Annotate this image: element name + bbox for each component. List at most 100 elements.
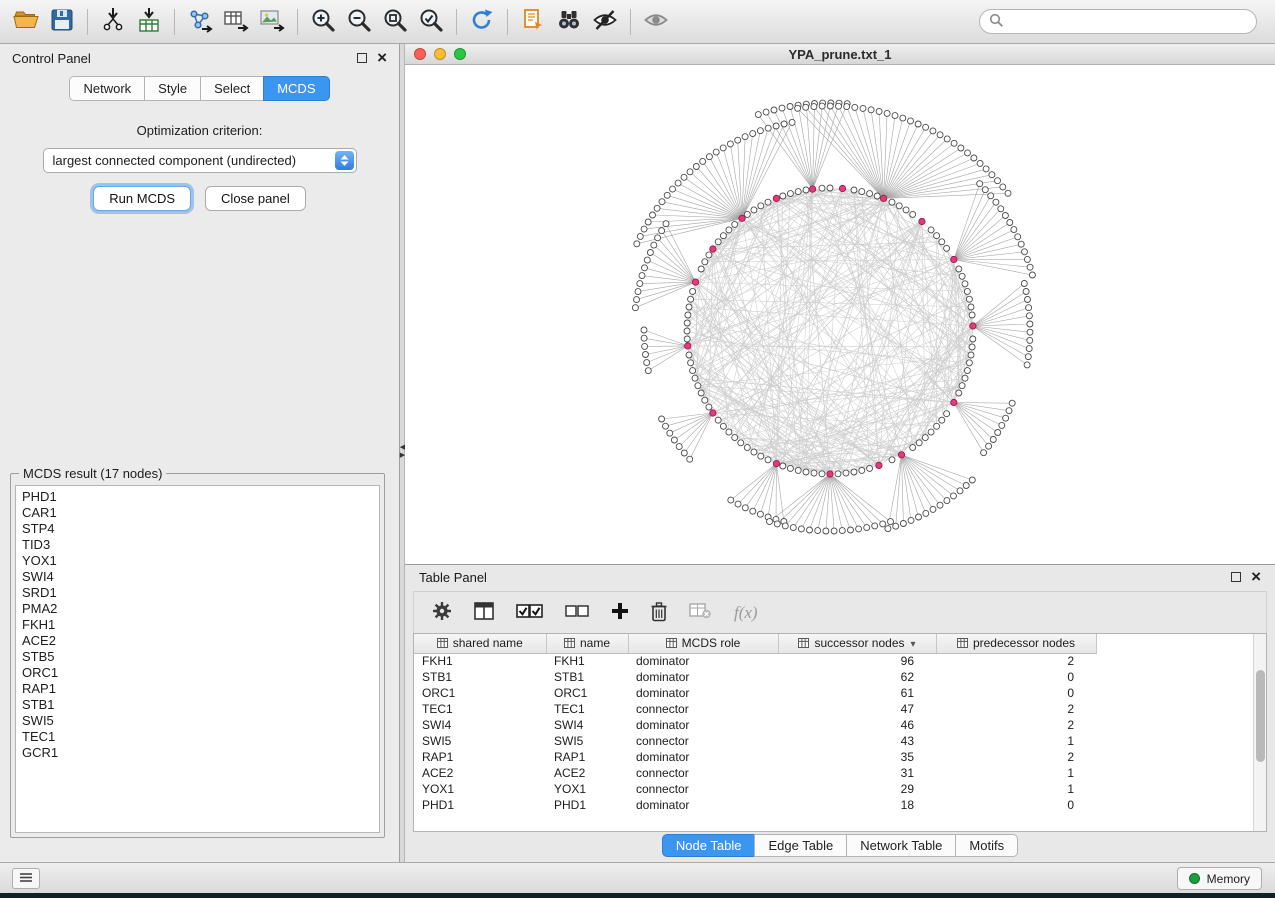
show-graphics-button[interactable]	[638, 4, 674, 40]
table-row[interactable]: STB1STB1dominator620	[414, 669, 1096, 685]
refresh-button[interactable]	[464, 4, 500, 40]
tab-edge-table[interactable]: Edge Table	[754, 834, 846, 857]
close-mcds-panel-button[interactable]: Close panel	[205, 186, 306, 211]
import-table-button[interactable]	[131, 4, 167, 40]
table-cell: 1	[936, 733, 1096, 749]
table-row[interactable]: YOX1YOX1connector291	[414, 781, 1096, 797]
table-row[interactable]: SWI4SWI4dominator462	[414, 717, 1096, 733]
mcds-result-item[interactable]: TEC1	[22, 729, 373, 745]
tab-network[interactable]: Network	[69, 76, 144, 101]
mcds-result-item[interactable]: STB1	[22, 697, 373, 713]
export-image-button[interactable]	[254, 4, 290, 40]
hide-style-button[interactable]	[587, 4, 623, 40]
mcds-result-list[interactable]: PHD1CAR1STP4TID3YOX1SWI4SRD1PMA2FKH1ACE2…	[15, 485, 380, 833]
table-row[interactable]: TEC1TEC1connector472	[414, 701, 1096, 717]
mcds-result-item[interactable]: SWI5	[22, 713, 373, 729]
zoom-fit-button[interactable]	[377, 4, 413, 40]
column-header-shared-name[interactable]: shared name	[414, 634, 546, 653]
select-all-button[interactable]	[516, 602, 543, 623]
tab-network-table[interactable]: Network Table	[846, 834, 955, 857]
mcds-result-item[interactable]: CAR1	[22, 505, 373, 521]
column-header-predecessor-nodes[interactable]: predecessor nodes	[936, 634, 1096, 653]
mcds-result-item[interactable]: PHD1	[22, 489, 373, 505]
toolbar-separator	[297, 9, 298, 35]
show-task-history-button[interactable]	[12, 868, 40, 889]
network-window-titlebar[interactable]: YPA_prune.txt_1	[405, 44, 1275, 65]
mcds-result-item[interactable]: SRD1	[22, 585, 373, 601]
memory-button[interactable]: Memory	[1177, 867, 1262, 890]
open-session-button[interactable]	[8, 4, 44, 40]
table-cell: RAP1	[546, 749, 628, 765]
tab-node-table[interactable]: Node Table	[662, 834, 755, 857]
control-panel-title: Control Panel	[12, 51, 91, 66]
import-network-button[interactable]	[95, 4, 131, 40]
mcds-result-item[interactable]: ACE2	[22, 633, 373, 649]
mcds-result-item[interactable]: YOX1	[22, 553, 373, 569]
table-row[interactable]: ACE2ACE2connector311	[414, 765, 1096, 781]
float-panel-icon[interactable]	[357, 53, 367, 63]
close-panel-icon[interactable]: ×	[377, 52, 387, 64]
find-button[interactable]	[551, 4, 587, 40]
window-maximize-icon[interactable]	[454, 48, 466, 60]
export-network-button[interactable]	[182, 4, 218, 40]
network-graph[interactable]	[405, 65, 1275, 565]
table-row[interactable]: ORC1ORC1dominator610	[414, 685, 1096, 701]
mcds-result-item[interactable]: ORC1	[22, 665, 373, 681]
table-cell: TEC1	[546, 701, 628, 717]
binoculars-icon	[555, 6, 583, 37]
mcds-result-item[interactable]: PMA2	[22, 601, 373, 617]
column-header-successor-nodes[interactable]: successor nodes▾	[778, 634, 936, 653]
duplicate-network-button[interactable]	[515, 4, 551, 40]
zoom-selected-button[interactable]	[413, 4, 449, 40]
zoom-in-button[interactable]	[305, 4, 341, 40]
table-cell: 2	[936, 701, 1096, 717]
float-table-panel-icon[interactable]	[1231, 572, 1241, 582]
mcds-result-item[interactable]: RAP1	[22, 681, 373, 697]
table-row[interactable]: PHD1PHD1dominator180	[414, 797, 1096, 813]
export-table-button[interactable]	[218, 4, 254, 40]
mcds-result-item[interactable]: STP4	[22, 521, 373, 537]
mcds-result-item[interactable]: FKH1	[22, 617, 373, 633]
search-input[interactable]	[1010, 15, 1247, 29]
search-field[interactable]	[979, 9, 1257, 34]
zoom-out-button[interactable]	[341, 4, 377, 40]
column-header-mcds-role[interactable]: MCDS role	[628, 634, 778, 653]
mcds-result-item[interactable]: GCR1	[22, 745, 373, 761]
add-column-button[interactable]	[611, 602, 629, 623]
control-panel: Control Panel × Network Style Select MCD…	[0, 44, 400, 862]
table-row[interactable]: FKH1FKH1dominator962	[414, 653, 1096, 669]
table-cell: ACE2	[546, 765, 628, 781]
show-columns-button[interactable]	[474, 602, 494, 623]
table-cell: ACE2	[414, 765, 546, 781]
zoom-selected-icon	[417, 6, 445, 37]
window-close-icon[interactable]	[414, 48, 426, 60]
table-cell: dominator	[628, 717, 778, 733]
run-mcds-button[interactable]: Run MCDS	[93, 186, 191, 211]
mcds-result-item[interactable]: SWI4	[22, 569, 373, 585]
tab-mcds[interactable]: MCDS	[263, 76, 329, 101]
application-window: Control Panel × Network Style Select MCD…	[0, 0, 1275, 898]
table-scrollbar-thumb[interactable]	[1256, 670, 1265, 762]
mcds-result-item[interactable]: STB5	[22, 649, 373, 665]
deselect-all-button[interactable]	[565, 603, 589, 622]
tab-select[interactable]: Select	[200, 76, 263, 101]
table-scrollbar[interactable]	[1253, 634, 1266, 831]
window-minimize-icon[interactable]	[434, 48, 446, 60]
table-settings-button[interactable]	[432, 601, 452, 624]
network-canvas[interactable]	[405, 65, 1275, 565]
table-cell: 46	[778, 717, 936, 733]
tab-motifs[interactable]: Motifs	[955, 834, 1018, 857]
table-panel-tabs: Node Table Edge Table Network Table Moti…	[405, 834, 1275, 857]
column-header-name[interactable]: name	[546, 634, 628, 653]
table-cell: dominator	[628, 749, 778, 765]
table-row[interactable]: SWI5SWI5connector431	[414, 733, 1096, 749]
optimization-criterion-select[interactable]: largest connected component (undirected)	[43, 148, 357, 173]
table-cell: dominator	[628, 797, 778, 813]
unchecked-boxes-icon	[565, 603, 589, 622]
delete-column-button[interactable]	[651, 601, 667, 625]
table-row[interactable]: RAP1RAP1dominator352	[414, 749, 1096, 765]
save-session-button[interactable]	[44, 4, 80, 40]
close-table-panel-icon[interactable]: ×	[1251, 571, 1261, 583]
mcds-result-item[interactable]: TID3	[22, 537, 373, 553]
tab-style[interactable]: Style	[144, 76, 200, 101]
